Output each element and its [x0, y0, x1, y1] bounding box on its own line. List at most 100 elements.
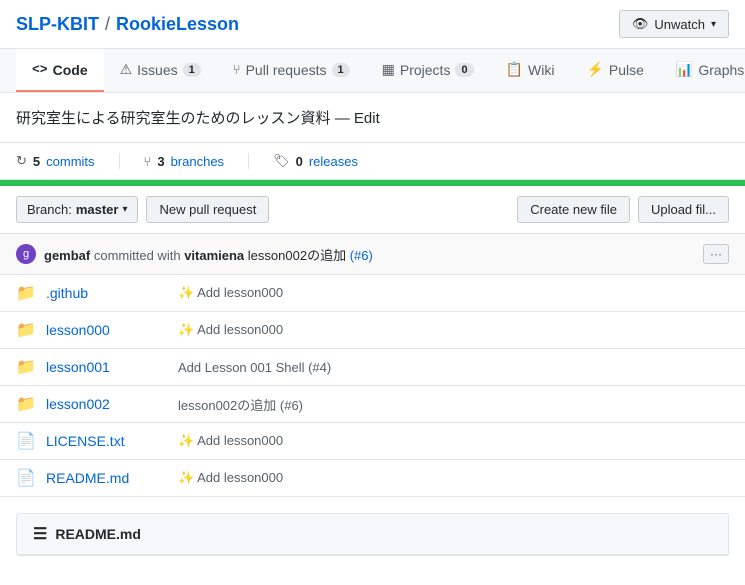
file-commit-message: ✨ Add lesson000 — [178, 433, 729, 449]
table-row: 📁 lesson001 Add Lesson 001 Shell (#4) — [0, 349, 745, 386]
tab-issues-label: Issues — [137, 62, 177, 78]
releases-icon: 🏷 — [273, 153, 290, 169]
branch-row: Branch: master ▾ New pull request Create… — [0, 186, 745, 234]
sparkle-icon: ✨ — [178, 470, 194, 485]
stats-bar: ↻ 5 commits ⑂ 3 branches 🏷 0 releases — [0, 143, 745, 180]
commits-count: 5 — [33, 154, 40, 169]
tab-pulse[interactable]: ⚡ Pulse — [570, 49, 659, 92]
pr-icon: ⑂ — [233, 62, 241, 77]
sparkle-icon: ✨ — [178, 322, 194, 337]
file-list: 📁 .github ✨ Add lesson000 📁 lesson000 ✨ Add l… — [0, 275, 745, 497]
table-row: 📄 LICENSE.txt ✨ Add lesson000 — [0, 423, 745, 460]
file-name[interactable]: lesson001 — [46, 359, 166, 375]
tab-pulse-label: Pulse — [609, 62, 644, 78]
avatar-initial: g — [23, 248, 29, 260]
issues-icon: ⚠ — [120, 61, 133, 78]
projects-badge: 0 — [455, 63, 473, 77]
title-separator: / — [105, 14, 110, 35]
table-row: 📄 README.md ✨ Add lesson000 — [0, 460, 745, 497]
commit-action: committed with — [94, 248, 181, 263]
commit-author[interactable]: gembaf — [44, 248, 90, 263]
readme-section: ☰ README.md — [16, 513, 729, 556]
projects-icon: ▦ — [382, 61, 395, 78]
releases-stat[interactable]: 🏷 0 releases — [249, 153, 382, 169]
tab-wiki[interactable]: 📋 Wiki — [490, 49, 571, 92]
org-link[interactable]: SLP-KBIT — [16, 14, 99, 35]
tab-code-label: Code — [53, 62, 88, 78]
branches-count: 3 — [157, 154, 164, 169]
pr-badge: 1 — [332, 63, 350, 77]
upload-files-button[interactable]: Upload fil... — [638, 196, 729, 223]
file-commit-message: ✨ Add lesson000 — [178, 322, 729, 338]
tab-issues[interactable]: ⚠ Issues 1 — [104, 49, 217, 92]
more-button[interactable]: ··· — [703, 244, 729, 264]
branches-label: branches — [171, 154, 224, 169]
branches-stat[interactable]: ⑂ 3 branches — [120, 153, 250, 169]
wiki-icon: 📋 — [506, 61, 523, 78]
tab-code[interactable]: <> Code — [16, 49, 104, 92]
tab-wiki-label: Wiki — [528, 62, 554, 78]
branch-selector[interactable]: Branch: master ▾ — [16, 196, 138, 223]
tab-pr-label: Pull requests — [246, 62, 327, 78]
unwatch-label: Unwatch — [654, 17, 705, 32]
branch-name: master — [76, 202, 119, 217]
eye-icon: 👁 — [632, 16, 649, 32]
branch-caret-icon: ▾ — [122, 204, 127, 215]
file-name[interactable]: lesson002 — [46, 396, 166, 412]
tab-graphs-label: Graphs — [698, 62, 744, 78]
repo-title: SLP-KBIT / RookieLesson — [16, 14, 239, 35]
tab-pull-requests[interactable]: ⑂ Pull requests 1 — [217, 49, 366, 92]
folder-icon: 📁 — [16, 394, 34, 414]
table-row: 📁 lesson002 lesson002の追加 (#6) — [0, 386, 745, 423]
commit-committer[interactable]: vitamiena — [184, 248, 244, 263]
file-name[interactable]: .github — [46, 285, 166, 301]
table-row: 📁 lesson000 ✨ Add lesson000 — [0, 312, 745, 349]
issues-badge: 1 — [183, 63, 201, 77]
graphs-icon: 📊 — [676, 61, 693, 78]
file-commit-message: lesson002の追加 (#6) — [178, 395, 729, 414]
repo-header: SLP-KBIT / RookieLesson 👁 Unwatch ▾ — [0, 0, 745, 49]
commit-message: lesson002の追加 — [248, 248, 346, 263]
file-icon: 📄 — [16, 431, 34, 451]
sparkle-icon: ✨ — [178, 285, 194, 300]
latest-commit-row: g gembaf committed with vitamiena lesson… — [0, 234, 745, 275]
repo-description: 研究室生による研究室生のためのレッスン資料 — Edit — [0, 93, 745, 143]
table-row: 📁 .github ✨ Add lesson000 — [0, 275, 745, 312]
readme-header: ☰ README.md — [17, 514, 728, 555]
commit-issue-link[interactable]: (#6) — [350, 248, 373, 263]
folder-icon: 📁 — [16, 357, 34, 377]
branch-left: Branch: master ▾ New pull request — [16, 196, 269, 223]
file-name[interactable]: LICENSE.txt — [46, 433, 166, 449]
file-commit-message: Add Lesson 001 Shell (#4) — [178, 360, 729, 375]
branch-label-text: Branch: — [27, 202, 72, 217]
tab-projects[interactable]: ▦ Projects 0 — [366, 49, 490, 92]
pulse-icon: ⚡ — [586, 61, 603, 78]
releases-count: 0 — [296, 154, 303, 169]
file-name[interactable]: lesson000 — [46, 322, 166, 338]
commit-text: gembaf committed with vitamiena lesson00… — [44, 245, 695, 264]
file-commit-message: ✨ Add lesson000 — [178, 470, 729, 486]
readme-icon: ☰ — [33, 524, 47, 544]
unwatch-button[interactable]: 👁 Unwatch ▾ — [619, 10, 729, 38]
file-name[interactable]: README.md — [46, 470, 166, 486]
tab-projects-label: Projects — [400, 62, 451, 78]
readme-title: README.md — [55, 526, 141, 542]
repo-link[interactable]: RookieLesson — [116, 14, 239, 35]
folder-icon: 📁 — [16, 320, 34, 340]
commits-label: commits — [46, 154, 94, 169]
releases-label: releases — [309, 154, 358, 169]
file-icon: 📄 — [16, 468, 34, 488]
code-icon: <> — [32, 62, 48, 77]
commits-stat[interactable]: ↻ 5 commits — [16, 153, 120, 169]
avatar: g — [16, 244, 36, 264]
repo-nav: <> Code ⚠ Issues 1 ⑂ Pull requests 1 ▦ P… — [0, 49, 745, 93]
commits-icon: ↻ — [16, 153, 27, 169]
new-pr-button[interactable]: New pull request — [146, 196, 269, 223]
file-commit-message: ✨ Add lesson000 — [178, 285, 729, 301]
folder-icon: 📁 — [16, 283, 34, 303]
create-new-file-button[interactable]: Create new file — [517, 196, 630, 223]
branch-right: Create new file Upload fil... — [517, 196, 729, 223]
sparkle-icon: ✨ — [178, 433, 194, 448]
tab-graphs[interactable]: 📊 Graphs — [660, 49, 745, 92]
branches-icon: ⑂ — [144, 154, 152, 169]
